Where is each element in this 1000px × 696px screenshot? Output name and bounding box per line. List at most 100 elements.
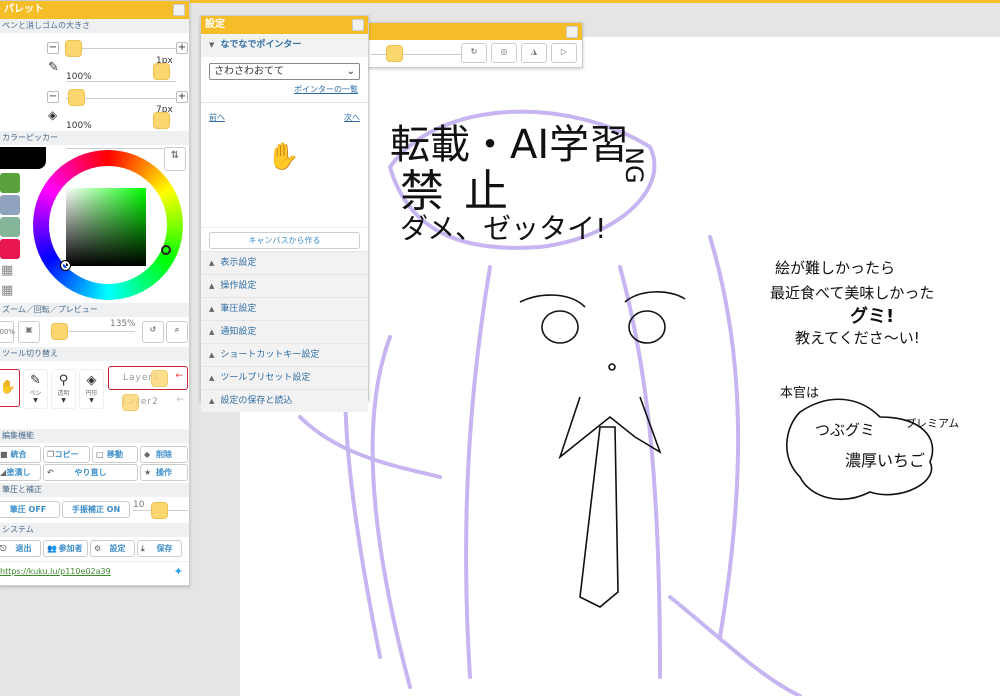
triangle-up-icon: ▲ [209,259,215,267]
settings-section-6[interactable]: ▲ 設定の保存と読込 [201,389,368,412]
section-size: ペンと消しゴムの大きさ [0,19,189,33]
panel-close-button[interactable] [566,26,578,38]
layer-arrow-icon: ← [176,395,184,405]
exit-button[interactable]: ⎋ 退出 [0,540,41,557]
stabilizer-toggle-button[interactable]: 手振補正 ON [62,501,130,518]
eraser-opacity-slider[interactable] [153,112,170,129]
eraser-size-plus[interactable]: + [176,91,188,103]
settings-section-3[interactable]: ▲ 通知設定 [201,320,368,343]
fit-screen-icon[interactable]: ▣ [18,321,40,343]
fill-icon: ◢ [0,468,7,477]
triangle-up-icon: ▲ [209,282,215,290]
pointer-list-link[interactable]: ポインターの一覧 [294,84,358,95]
color-swatch[interactable] [0,239,20,259]
save-button[interactable]: ⤓ 保存 [137,540,182,557]
current-color[interactable] [0,147,46,169]
add-swatch-icon[interactable]: ▦ [1,263,13,278]
caret-down-icon: ▼ [33,397,38,404]
stabilizer-value: 10 [133,500,145,510]
settings-section-label: 表示設定 [220,258,257,268]
settings-button[interactable]: ⚙ 設定 [90,540,135,557]
flip-vertical-icon[interactable]: ▷ [551,43,577,63]
redo-button[interactable]: ↶ やり直し [43,464,138,481]
layer2-row[interactable]: Layer2 ← [108,391,188,415]
swatch-layout-icon[interactable]: ▦ [1,283,13,298]
palette-close-button[interactable] [173,4,185,16]
rotation-slider-knob[interactable] [386,45,403,62]
participants-button[interactable]: 👥 参加者 [43,540,88,557]
pointer-header-label: なでなでポインター [220,40,302,50]
settings-close-button[interactable] [352,19,364,31]
triangle-up-icon: ▲ [209,374,215,382]
action-button[interactable]: ★ 操作 [140,464,188,481]
settings-section-0[interactable]: ▲ 表示設定 [201,251,368,274]
canvas-text-r1: 絵が難しかったら [775,259,896,277]
button-label: コピー [54,450,79,459]
canvas-text-r3: グミ! [850,306,895,327]
pen-size-plus[interactable]: + [176,42,188,54]
pressure-toggle-button[interactable]: 筆圧 OFF [0,501,60,518]
next-link[interactable]: 次へ [344,112,360,123]
rotate-reset-icon[interactable]: ↻ [461,43,487,63]
magnifier-icon[interactable]: ⌕ [166,321,188,343]
canvas-text-r5: 本官は [780,386,820,401]
eraser-icon: ◈ [48,108,58,122]
triangle-up-icon: ▲ [209,328,215,336]
pen-size-minus[interactable]: − [47,42,59,54]
color-swatch[interactable] [0,195,20,215]
move-icon: □ [96,450,104,459]
action-icon: ★ [144,468,152,477]
delete-button[interactable]: ◆ 削除 [140,446,188,463]
make-from-canvas-button[interactable]: キャンバスから作る [209,232,360,249]
transparent-icon: ⚲ [58,373,69,388]
canvas-text-r4: 教えてくださ〜い! [795,329,920,347]
fill-button[interactable]: ◢ 塗潰し [0,464,41,481]
zoom-reset-button[interactable]: 100% [0,321,15,343]
tool-transparent-button[interactable]: ⚲ 透明 ▼ [51,369,76,409]
layer2-opacity[interactable] [122,394,139,411]
canvas-text-r8: 濃厚いちご [845,451,926,470]
settings-section-5[interactable]: ▲ ツールプリセット設定 [201,366,368,389]
stabilizer-slider[interactable] [151,502,168,519]
tool-circle-button[interactable]: ◈ 円形 ▼ [79,369,104,409]
pen-opacity-slider[interactable] [153,63,170,80]
eraser-size-minus[interactable]: − [47,91,59,103]
settings-section-2[interactable]: ▲ 筆圧設定 [201,297,368,320]
prev-link[interactable]: 前へ [209,112,225,123]
settings-panel: 設定 ▼ なでなでポインター さわさわおてて ⌄ ポインターの一覧 前へ 次へ ✋ … [200,15,369,412]
zoom-slider[interactable] [51,323,68,340]
color-swatch[interactable] [0,217,20,237]
color-swatch[interactable] [0,173,20,193]
flip-horizontal-icon[interactable]: ◮ [521,43,547,63]
room-url-link[interactable]: https://kuku.lu/p110e02a39 [0,567,111,576]
pointer-section-header[interactable]: ▼ なでなでポインター [201,34,368,57]
section-edit: 編集機能 [0,429,189,443]
color-wheel[interactable] [33,150,183,300]
canvas-text-ng: NG [620,147,648,184]
participants-icon: 👥 [47,544,57,553]
swap-color-icon[interactable]: ⇅ [164,147,186,171]
layer1-row[interactable]: Layer1 ← [108,366,188,390]
layer1-opacity[interactable] [151,370,168,387]
redo-icon: ↶ [47,468,54,477]
settings-title: 設定 [205,19,225,30]
settings-section-1[interactable]: ▲ 操作設定 [201,274,368,297]
pen-size-slider[interactable] [65,40,82,57]
button-label: 統合 [10,450,27,459]
pointer-select[interactable]: さわさわおてて ⌄ [209,63,360,80]
settings-section-4[interactable]: ▲ ショートカットキー設定 [201,343,368,366]
rotate-lock-icon[interactable]: ◎ [491,43,517,63]
canvas-text-r6: つぶグミ [815,421,876,439]
hand-tool-button[interactable]: ✋ [0,369,20,407]
move-button[interactable]: □ 移動 [92,446,138,463]
copy-button[interactable]: ❐ コピー [43,446,90,463]
exit-icon: ⎋ [0,544,7,553]
palette-title: パレット [4,4,44,15]
eraser-size-slider[interactable] [68,89,85,106]
tool-pen-button[interactable]: ✎ ペン ▼ [23,369,48,409]
rotation-slider-track[interactable] [371,54,461,55]
rotate-view-icon[interactable]: ↺ [142,321,164,343]
merge-button[interactable]: ■ 統合 [0,446,41,463]
twitter-icon[interactable]: ✦ [174,565,183,578]
saturation-value-square[interactable] [66,188,146,266]
